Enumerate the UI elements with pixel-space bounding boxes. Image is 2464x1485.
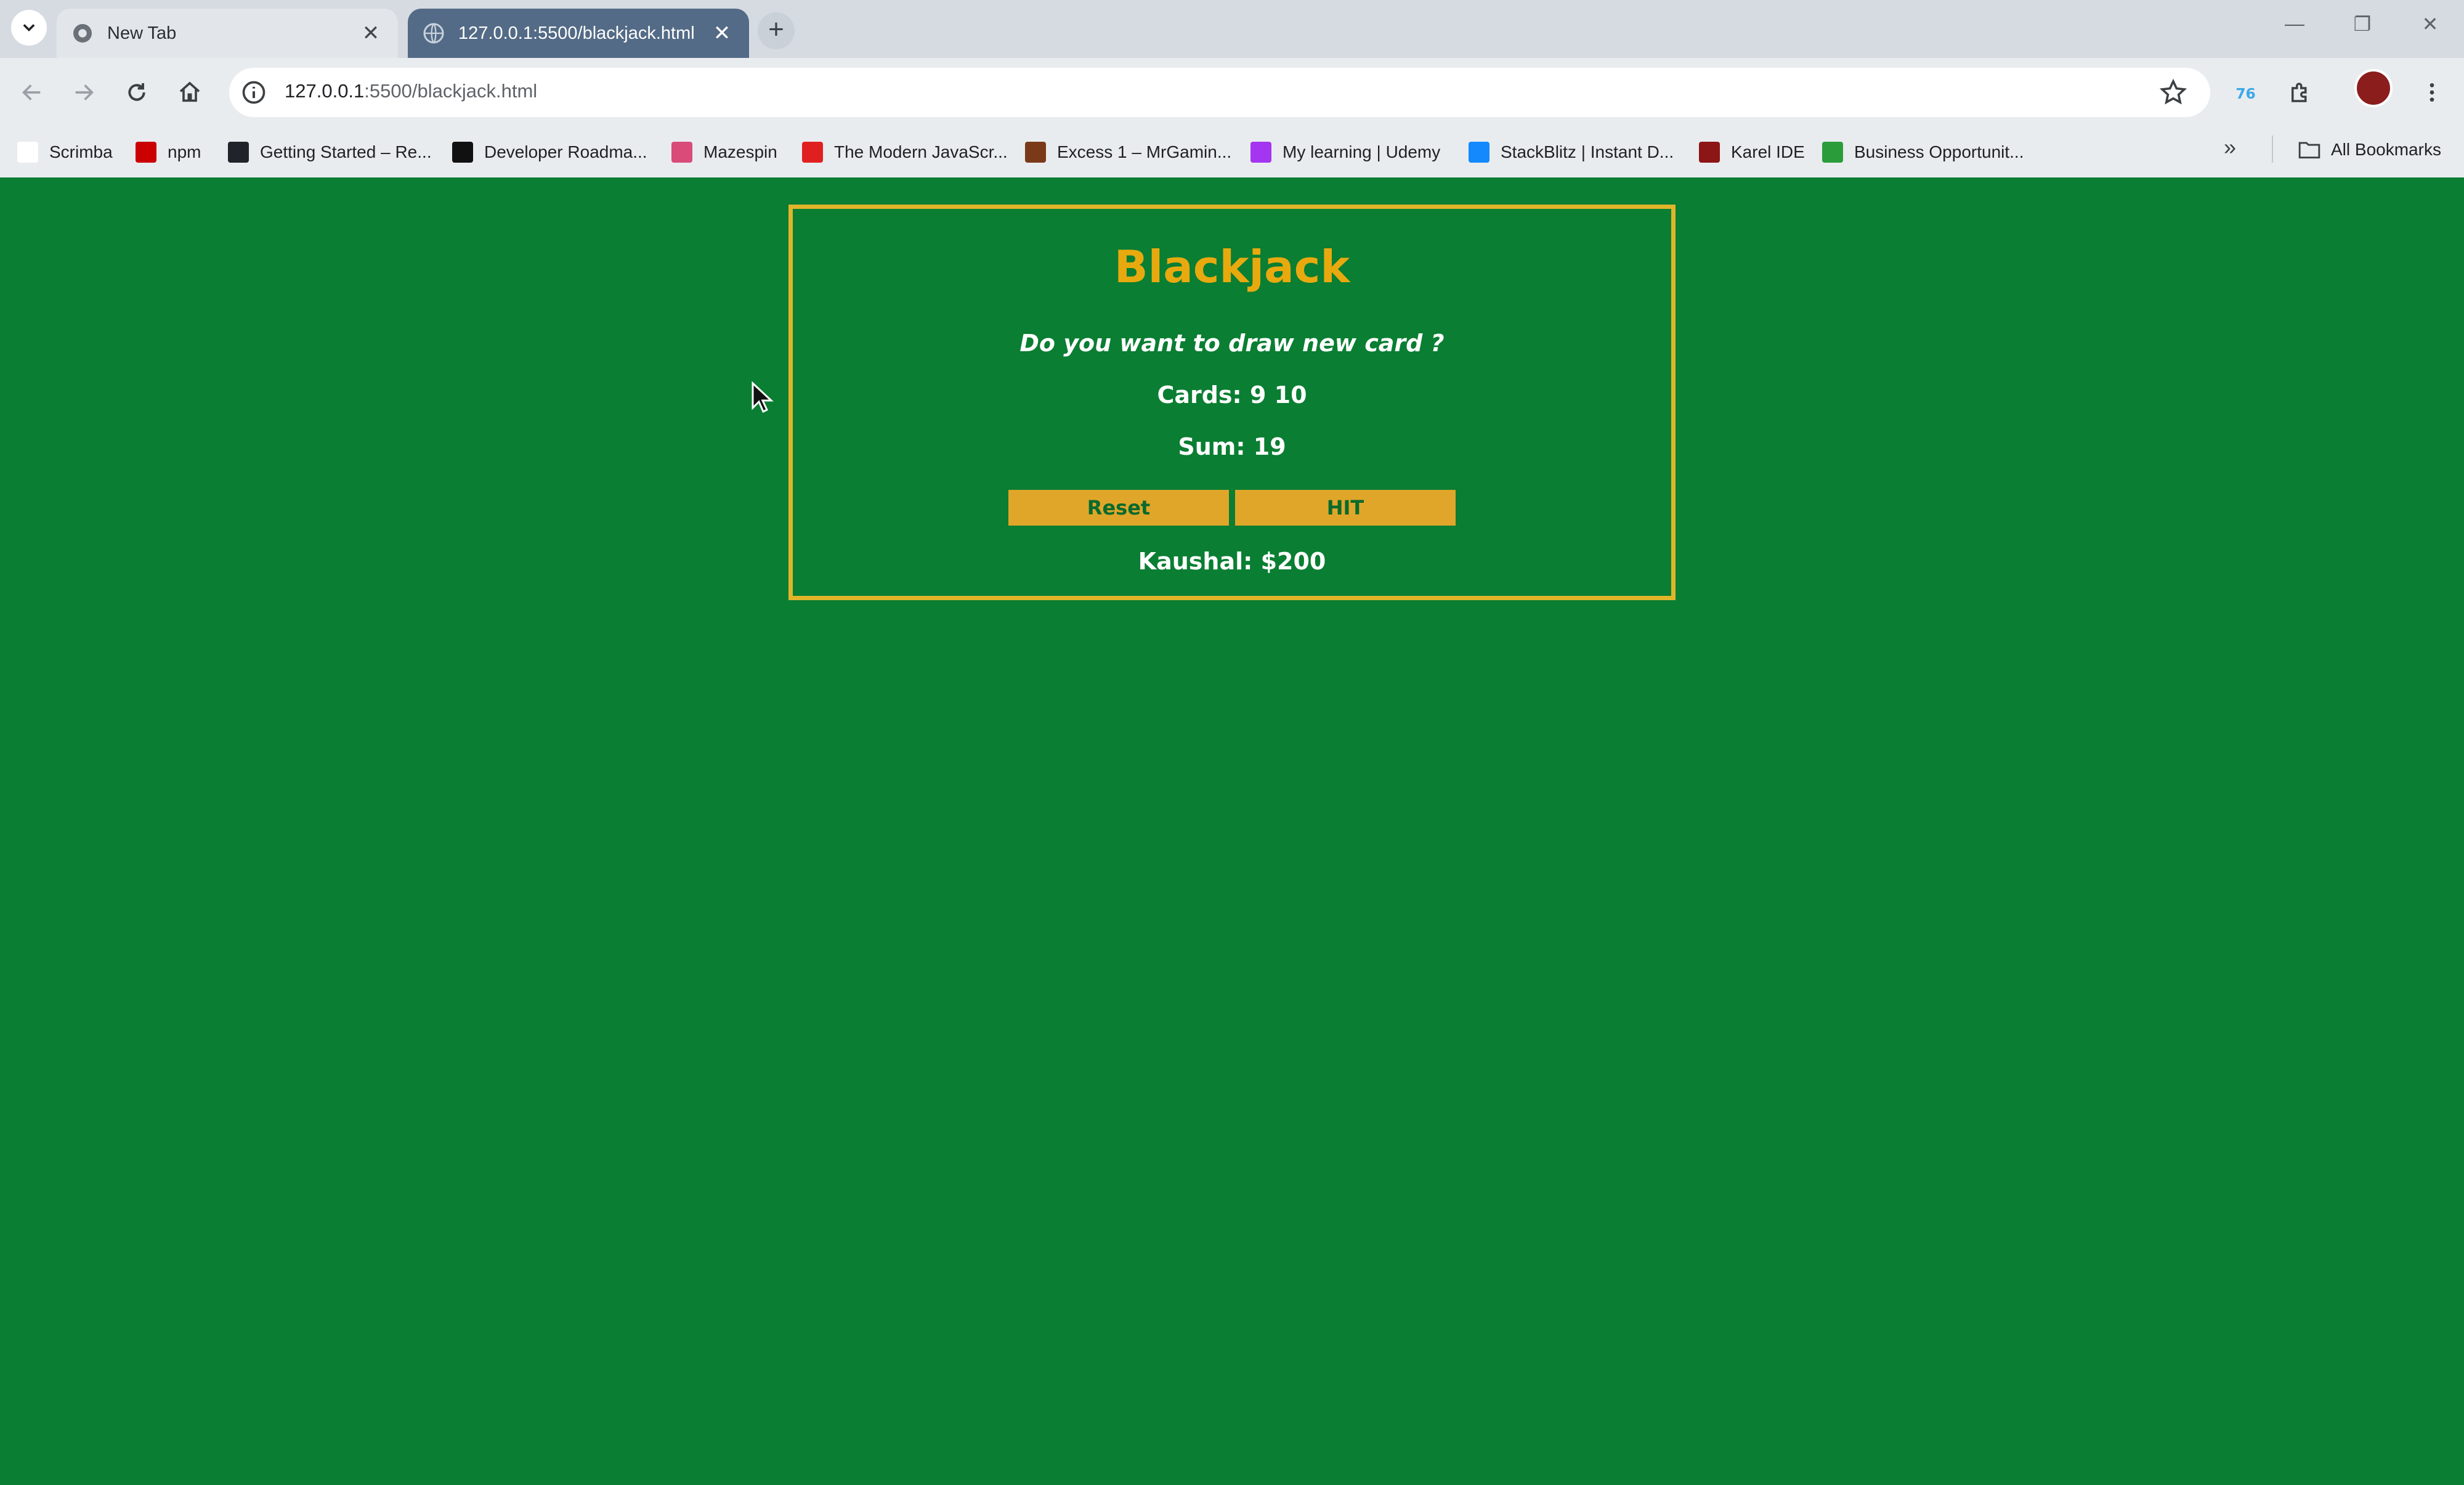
home-button[interactable] xyxy=(174,76,206,108)
karel-icon xyxy=(1699,142,1720,163)
tab-new-tab[interactable]: New Tab ✕ xyxy=(57,9,398,58)
roadmap-icon xyxy=(452,142,473,163)
bookmark-item[interactable]: The Modern JavaScr... xyxy=(802,139,1008,165)
more-vert-icon xyxy=(2430,83,2434,102)
game-title: Blackjack xyxy=(1114,241,1350,293)
page-viewport: Blackjack Do you want to draw new card ?… xyxy=(0,177,2464,1485)
bookmarks-divider xyxy=(2272,136,2273,163)
bookmark-label: Developer Roadma... xyxy=(484,142,647,161)
chrome-icon xyxy=(73,24,92,43)
button-row: Reset HIT xyxy=(793,490,1671,526)
tab-title: 127.0.0.1:5500/blackjack.html xyxy=(458,23,695,43)
home-icon xyxy=(179,81,200,102)
chevron-down-icon xyxy=(23,24,35,31)
bookmark-item[interactable]: Developer Roadma... xyxy=(452,139,647,165)
npm-icon xyxy=(136,142,156,163)
hit-button[interactable]: HIT xyxy=(1235,490,1456,526)
all-bookmarks-label: All Bookmarks xyxy=(2331,140,2441,159)
folder-icon xyxy=(2298,142,2320,159)
profile-avatar[interactable] xyxy=(2354,69,2393,107)
restore-icon[interactable]: ❐ xyxy=(2341,12,2384,36)
bookmark-item[interactable]: Excess 1 – MrGamin... xyxy=(1025,139,1231,165)
bookmark-item[interactable]: StackBlitz | Instant D... xyxy=(1469,139,1674,165)
forward-button[interactable] xyxy=(68,76,100,108)
back-arrow-icon xyxy=(22,84,41,100)
all-bookmarks-button[interactable]: All Bookmarks xyxy=(2298,139,2441,160)
close-icon[interactable]: ✕ xyxy=(359,21,383,46)
extensions-button[interactable] xyxy=(2283,75,2317,110)
bookmark-item[interactable]: Mazespin xyxy=(671,139,777,165)
scrimba-icon xyxy=(17,142,38,163)
extension-logo-icon: 76 xyxy=(2235,85,2255,102)
puzzle-icon xyxy=(2292,83,2307,102)
info-icon[interactable] xyxy=(240,79,267,106)
browser-toolbar: 127.0.0.1:5500/blackjack.html 76 xyxy=(0,58,2464,127)
tab-title: New Tab xyxy=(107,23,177,43)
address-bar[interactable]: 127.0.0.1:5500/blackjack.html xyxy=(229,68,2210,117)
url-text[interactable]: 127.0.0.1:5500/blackjack.html xyxy=(285,80,537,102)
globe-icon xyxy=(423,23,444,44)
url-host: 127.0.0.1 xyxy=(285,80,365,102)
svg-text:76: 76 xyxy=(2235,85,2255,102)
tab-blackjack[interactable]: 127.0.0.1:5500/blackjack.html ✕ xyxy=(408,9,749,58)
forward-arrow-icon xyxy=(75,84,94,100)
bookmark-label: Mazespin xyxy=(703,142,777,161)
close-icon[interactable]: ✕ xyxy=(710,21,734,46)
mrgaming-icon xyxy=(1025,142,1046,163)
bookmark-label: Excess 1 – MrGamin... xyxy=(1057,142,1232,161)
bookmark-item[interactable]: Business Opportunit... xyxy=(1822,139,2024,165)
minimize-icon[interactable]: — xyxy=(2273,12,2316,35)
player-text: Kaushal: $200 xyxy=(1138,548,1326,575)
cards-text: Cards: 9 10 xyxy=(1157,381,1307,409)
reset-button[interactable]: Reset xyxy=(1008,490,1229,526)
browser-chrome: New Tab ✕ 127.0.0.1:5500/blackjack.html … xyxy=(0,0,2464,177)
reload-icon xyxy=(128,83,145,101)
tab-strip: New Tab ✕ 127.0.0.1:5500/blackjack.html … xyxy=(0,0,2464,58)
udemy-icon xyxy=(1250,142,1271,163)
javascript-icon xyxy=(802,142,823,163)
bookmark-label: Scrimba xyxy=(49,142,113,161)
tab-search-button[interactable] xyxy=(11,10,47,46)
bookmark-item[interactable]: Karel IDE xyxy=(1699,139,1805,165)
bookmark-label: Business Opportunit... xyxy=(1854,142,2024,161)
blackjack-panel: Blackjack Do you want to draw new card ?… xyxy=(788,205,1676,600)
bookmarks-overflow-icon[interactable]: » xyxy=(2224,134,2236,160)
bookmark-item[interactable]: Scrimba xyxy=(17,139,113,165)
sum-text: Sum: 19 xyxy=(1178,433,1286,460)
url-path: :5500/blackjack.html xyxy=(364,80,538,102)
bookmark-label: StackBlitz | Instant D... xyxy=(1501,142,1674,161)
extension-button[interactable]: 76 xyxy=(2229,75,2263,110)
new-tab-button[interactable]: + xyxy=(758,12,795,49)
bookmark-star-icon[interactable] xyxy=(2158,78,2188,107)
business-icon xyxy=(1822,142,1843,163)
bookmark-label: The Modern JavaScr... xyxy=(834,142,1008,161)
close-window-icon[interactable]: ✕ xyxy=(2409,12,2452,36)
bookmark-label: Karel IDE xyxy=(1731,142,1805,161)
reload-button[interactable] xyxy=(121,76,153,108)
mazespin-icon xyxy=(671,142,692,163)
menu-button[interactable] xyxy=(2415,75,2449,110)
bookmark-label: Getting Started – Re... xyxy=(260,142,432,161)
back-button[interactable] xyxy=(16,76,48,108)
bookmark-label: My learning | Udemy xyxy=(1283,142,1441,161)
stackblitz-icon xyxy=(1469,142,1489,163)
bookmark-item[interactable]: npm xyxy=(136,139,201,165)
mouse-cursor-icon xyxy=(752,381,774,413)
bookmark-item[interactable]: My learning | Udemy xyxy=(1250,139,1440,165)
bookmark-item[interactable]: Getting Started – Re... xyxy=(228,139,432,165)
react-icon xyxy=(228,142,249,163)
bookmark-label: npm xyxy=(168,142,201,161)
message-text: Do you want to draw new card ? xyxy=(1019,330,1445,357)
